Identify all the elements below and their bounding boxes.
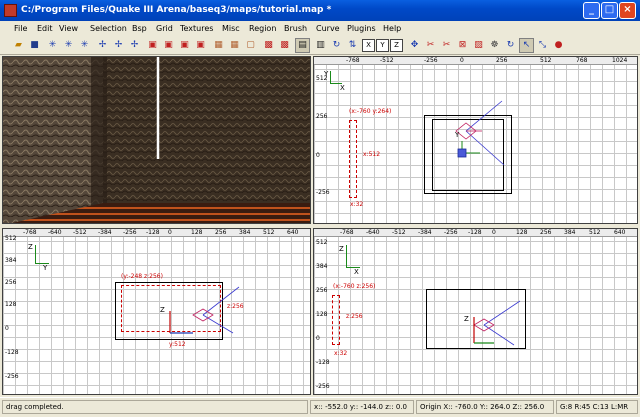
camera-frustum	[455, 100, 505, 166]
menu-help[interactable]: Help	[383, 24, 401, 33]
flip-x-icon[interactable]: ✳	[46, 39, 59, 52]
menu-misc[interactable]: Misc	[222, 24, 240, 33]
camera-frustum-front	[473, 300, 521, 346]
change-view-icon[interactable]: ▩	[278, 39, 291, 52]
drag-edges-icon[interactable]: ⤡	[536, 39, 549, 52]
csg-subtract-icon[interactable]: ▦	[212, 39, 225, 52]
camera-frustum-side	[169, 286, 240, 334]
app-icon	[4, 4, 17, 17]
entities-icon[interactable]: ✂	[424, 39, 437, 52]
show-patches-icon[interactable]: ●	[552, 39, 565, 52]
camera-view[interactable]	[2, 56, 311, 224]
status-bar: drag completed. x:: -552.0 y:: -144.0 z:…	[0, 397, 640, 417]
rotate-z-icon[interactable]: ✢	[128, 39, 141, 52]
brush-axis-z: Z	[464, 315, 469, 323]
status-origin: Origin X:: -760.0 Y:: 264.0 Z:: 256.0	[416, 400, 554, 414]
menu-curve[interactable]: Curve	[316, 24, 340, 33]
view-z-icon[interactable]: Z	[390, 39, 403, 52]
select-touching-icon[interactable]: ▣	[162, 39, 175, 52]
toolbar: ▰ ■ ✳ ✳ ✳ ✢ ✢ ✢ ▣ ▣ ▣ ▣ ▦ ▦ ▢ ▩ ▩ ▤ ▥ ↻ …	[0, 36, 640, 55]
status-message: drag completed.	[2, 400, 308, 414]
status-cursor-xyz: x:: -552.0 y:: -144.0 z:: 0.0	[310, 400, 414, 414]
top-view-xy[interactable]: -768 -512 -256 0 256 512 768 1024 512 25…	[313, 56, 638, 224]
bend-icon[interactable]: ▨	[472, 39, 485, 52]
rotate-y-icon[interactable]: ✢	[112, 39, 125, 52]
brush-axis-y: Y	[455, 131, 460, 139]
view-y-icon[interactable]: Y	[376, 39, 389, 52]
close-button[interactable]: ×	[619, 2, 636, 19]
flip-icon[interactable]: ⇅	[346, 39, 359, 52]
menu-view[interactable]: View	[59, 24, 78, 33]
csg-merge-icon[interactable]: ▦	[228, 39, 241, 52]
select-partial-tall-icon[interactable]: ▣	[178, 39, 191, 52]
scale-icon[interactable]: ☸	[488, 39, 501, 52]
rotate-x-icon[interactable]: ✢	[96, 39, 109, 52]
camera-window-icon[interactable]: ▥	[314, 39, 327, 52]
camera-render	[3, 57, 310, 223]
patch-icon[interactable]: ✂	[440, 39, 453, 52]
menu-plugins[interactable]: Plugins	[347, 24, 376, 33]
rotate-tool-icon[interactable]: ↻	[330, 39, 343, 52]
window-title: C:/Program Files/Quake III Arena/baseq3/…	[21, 5, 332, 15]
menu-bsp[interactable]: Bsp	[132, 24, 147, 33]
maximize-button[interactable]: □	[601, 2, 618, 19]
front-view-xz[interactable]: -768 -640 -512 -384 -256 -128 0 128 256 …	[313, 228, 638, 395]
menu-edit[interactable]: Edit	[37, 24, 53, 33]
side-view-yz[interactable]: -768 -640 -512 -384 -256 -128 0 128 256 …	[2, 228, 311, 395]
save-icon[interactable]: ■	[28, 39, 41, 52]
flip-z-icon[interactable]: ✳	[78, 39, 91, 52]
menu-region[interactable]: Region	[249, 24, 276, 33]
flip-y-icon[interactable]: ✳	[62, 39, 75, 52]
minimize-button[interactable]: _	[583, 2, 600, 19]
drop-patch-icon[interactable]: ⊠	[456, 39, 469, 52]
view-x-icon[interactable]: X	[362, 39, 375, 52]
open-icon[interactable]: ▰	[12, 39, 25, 52]
brush-axis-z: Z	[160, 306, 165, 314]
menu-bar: File Edit View Selection Bsp Grid Textur…	[0, 21, 640, 36]
menu-selection[interactable]: Selection	[90, 24, 127, 33]
status-grid: G:8 R:45 C:13 L:MR	[556, 400, 638, 414]
cubic-clip-icon[interactable]: ✥	[408, 39, 421, 52]
select-inside-icon[interactable]: ▣	[194, 39, 207, 52]
menu-grid[interactable]: Grid	[156, 24, 173, 33]
title-bar: C:/Program Files/Quake III Arena/baseq3/…	[0, 0, 640, 21]
menu-brush[interactable]: Brush	[284, 24, 307, 33]
select-complete-tall-icon[interactable]: ▣	[146, 39, 159, 52]
texture-view-icon[interactable]: ▤	[295, 38, 310, 53]
drag-mode-icon[interactable]: ↖	[519, 38, 534, 53]
menu-file[interactable]: File	[14, 24, 27, 33]
menu-textures[interactable]: Textures	[180, 24, 213, 33]
hollow-icon[interactable]: ▢	[244, 39, 257, 52]
clipper-icon[interactable]: ▩	[262, 39, 275, 52]
rotate-mode-icon[interactable]: ↻	[504, 39, 517, 52]
